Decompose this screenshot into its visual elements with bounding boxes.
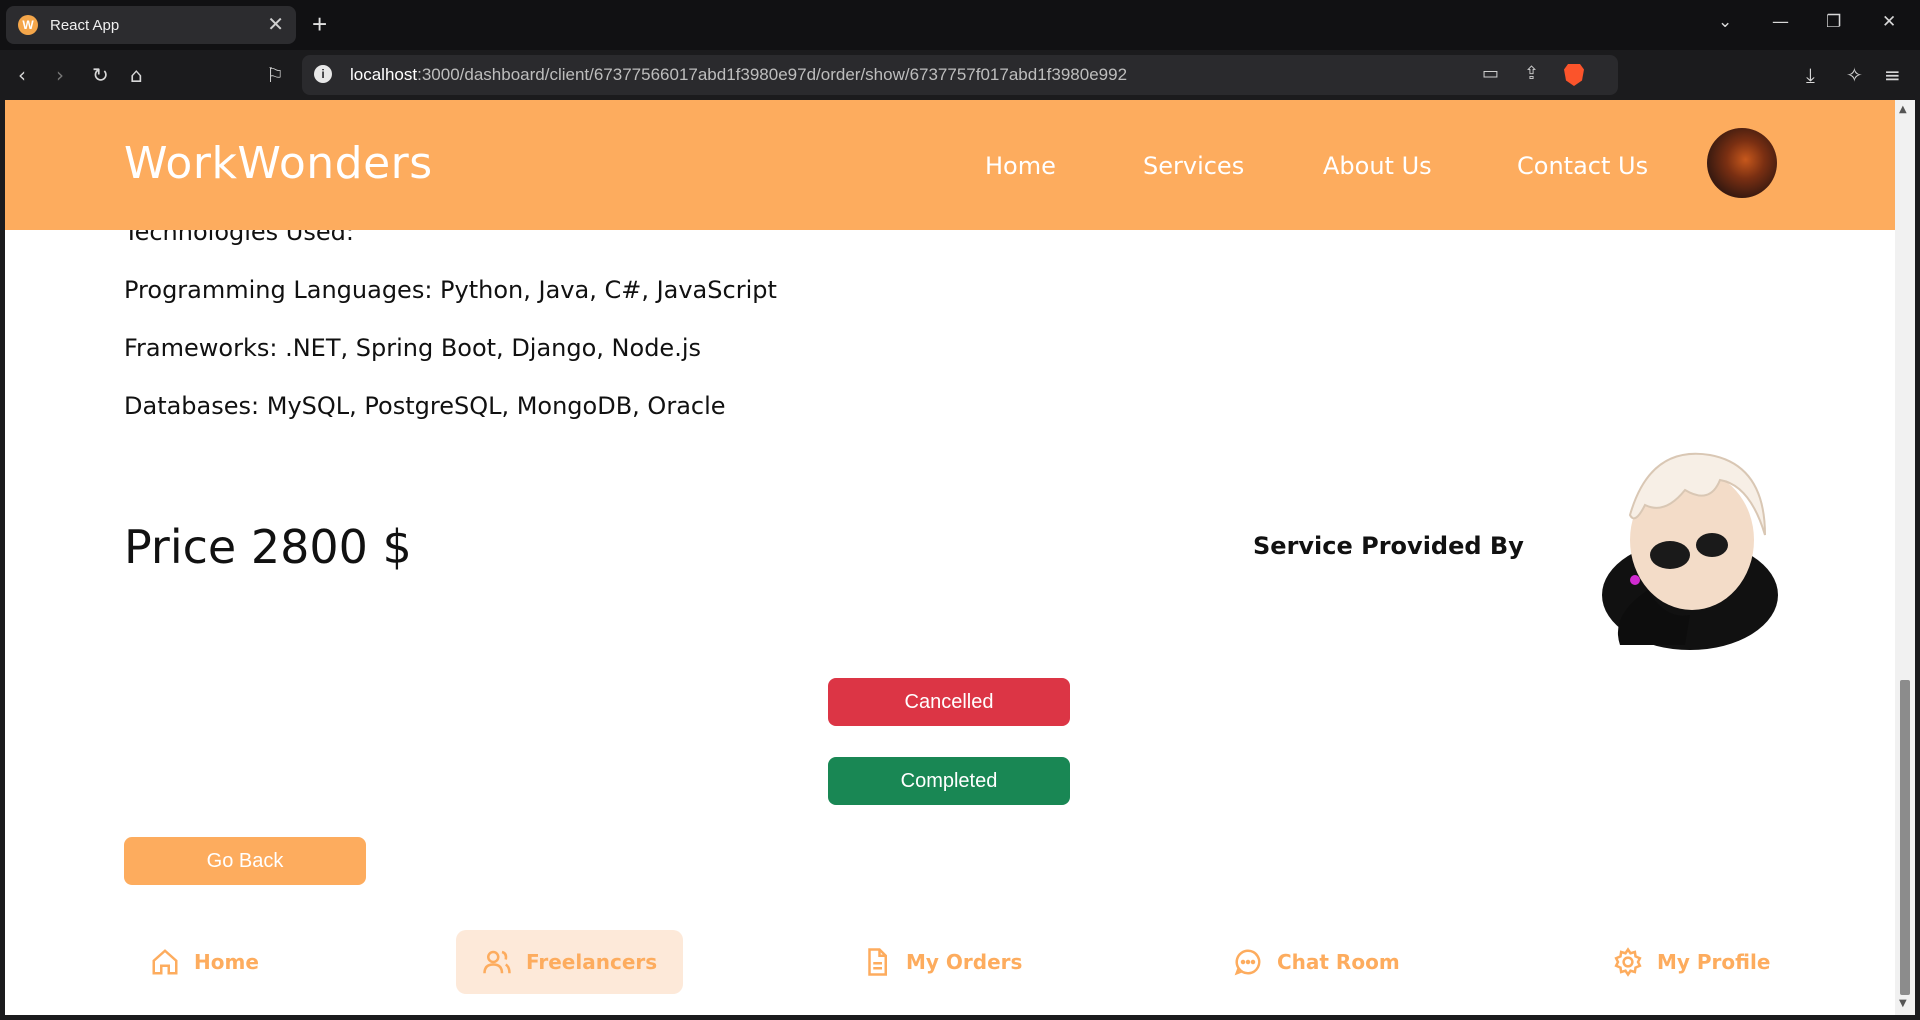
tab-title: React App <box>50 16 120 34</box>
browser-tab-bar: W React App ✕ + ⌄ — ❐ ✕ <box>0 0 1920 50</box>
document-icon <box>868 948 887 976</box>
bottom-nav-home[interactable]: Home <box>150 930 259 994</box>
databases-text: Databases: MySQL, PostgreSQL, MongoDB, O… <box>124 392 726 420</box>
bottom-nav-label: Home <box>194 950 259 974</box>
users-icon <box>483 950 511 974</box>
languages-text: Programming Languages: Python, Java, C#,… <box>124 276 777 304</box>
gear-icon <box>1614 947 1642 977</box>
close-window-icon[interactable]: ✕ <box>1882 12 1896 32</box>
price-text: Price 2800 $ <box>124 520 412 574</box>
nav-services[interactable]: Services <box>1143 152 1244 180</box>
page-viewport: WorkWonders Home Services About Us Conta… <box>5 100 1895 1015</box>
tab-favicon-icon: W <box>18 15 38 35</box>
reload-icon[interactable]: ↻ <box>92 62 109 88</box>
site-header: WorkWonders Home Services About Us Conta… <box>5 100 1895 230</box>
address-bar[interactable]: i localhost:3000/dashboard/client/673775… <box>302 55 1618 95</box>
url-text: localhost:3000/dashboard/client/67377566… <box>350 65 1128 84</box>
browser-tab[interactable]: W React App ✕ <box>6 6 296 44</box>
home-icon <box>152 949 178 975</box>
scroll-down-icon[interactable]: ▼ <box>1899 998 1907 1009</box>
scroll-thumb[interactable] <box>1900 680 1910 995</box>
bottom-nav-freelancers[interactable]: Freelancers <box>456 930 684 994</box>
new-tab-icon[interactable]: + <box>312 10 327 38</box>
cancelled-button[interactable]: Cancelled <box>828 678 1070 726</box>
bookmark-icon[interactable]: ⚐ <box>266 62 284 88</box>
tab-list-chevron-icon[interactable]: ⌄ <box>1718 12 1732 32</box>
menu-icon[interactable]: ≡ <box>1884 62 1901 88</box>
bottom-nav-label: My Orders <box>906 950 1023 974</box>
scroll-up-icon[interactable]: ▲ <box>1899 104 1907 115</box>
restore-icon[interactable]: ❐ <box>1826 12 1841 32</box>
chat-icon <box>1234 949 1261 976</box>
minimize-icon[interactable]: — <box>1772 12 1789 32</box>
bottom-nav-label: Freelancers <box>526 950 658 974</box>
nav-contact-us[interactable]: Contact Us <box>1517 152 1648 180</box>
nav-home[interactable]: Home <box>985 152 1056 180</box>
brave-shield-icon[interactable] <box>1564 64 1584 86</box>
bottom-nav-label: My Profile <box>1657 950 1771 974</box>
go-back-button[interactable]: Go Back <box>124 837 366 885</box>
nav-about-us[interactable]: About Us <box>1323 152 1432 180</box>
tab-close-icon[interactable]: ✕ <box>267 15 284 35</box>
download-icon[interactable]: ⤓ <box>1806 62 1815 88</box>
home-browser-icon[interactable]: ⌂ <box>130 62 143 88</box>
site-info-icon[interactable]: i <box>314 65 332 83</box>
bottom-nav-chat-room[interactable]: Chat Room <box>1233 930 1400 994</box>
bottom-nav-my-orders[interactable]: My Orders <box>862 930 1022 994</box>
share-icon[interactable]: ⇪ <box>1524 63 1539 84</box>
bottom-nav-my-profile[interactable]: My Profile <box>1613 930 1770 994</box>
cast-icon[interactable]: ▭ <box>1482 63 1499 84</box>
bottom-nav-label: Chat Room <box>1277 950 1400 974</box>
brand-logo-text[interactable]: WorkWonders <box>124 138 433 189</box>
completed-button[interactable]: Completed <box>828 757 1070 805</box>
back-icon[interactable]: ‹ <box>18 62 26 88</box>
forward-icon[interactable]: › <box>56 62 64 88</box>
service-provided-by-label: Service Provided By <box>1253 532 1524 560</box>
user-avatar[interactable] <box>1707 128 1777 198</box>
ai-assistant-icon[interactable]: ✧ <box>1846 62 1863 88</box>
frameworks-text: Frameworks: .NET, Spring Boot, Django, N… <box>124 334 701 362</box>
provider-avatar-image <box>1602 452 1778 650</box>
page-scrollbar[interactable]: ▲ ▼ <box>1895 100 1915 1015</box>
